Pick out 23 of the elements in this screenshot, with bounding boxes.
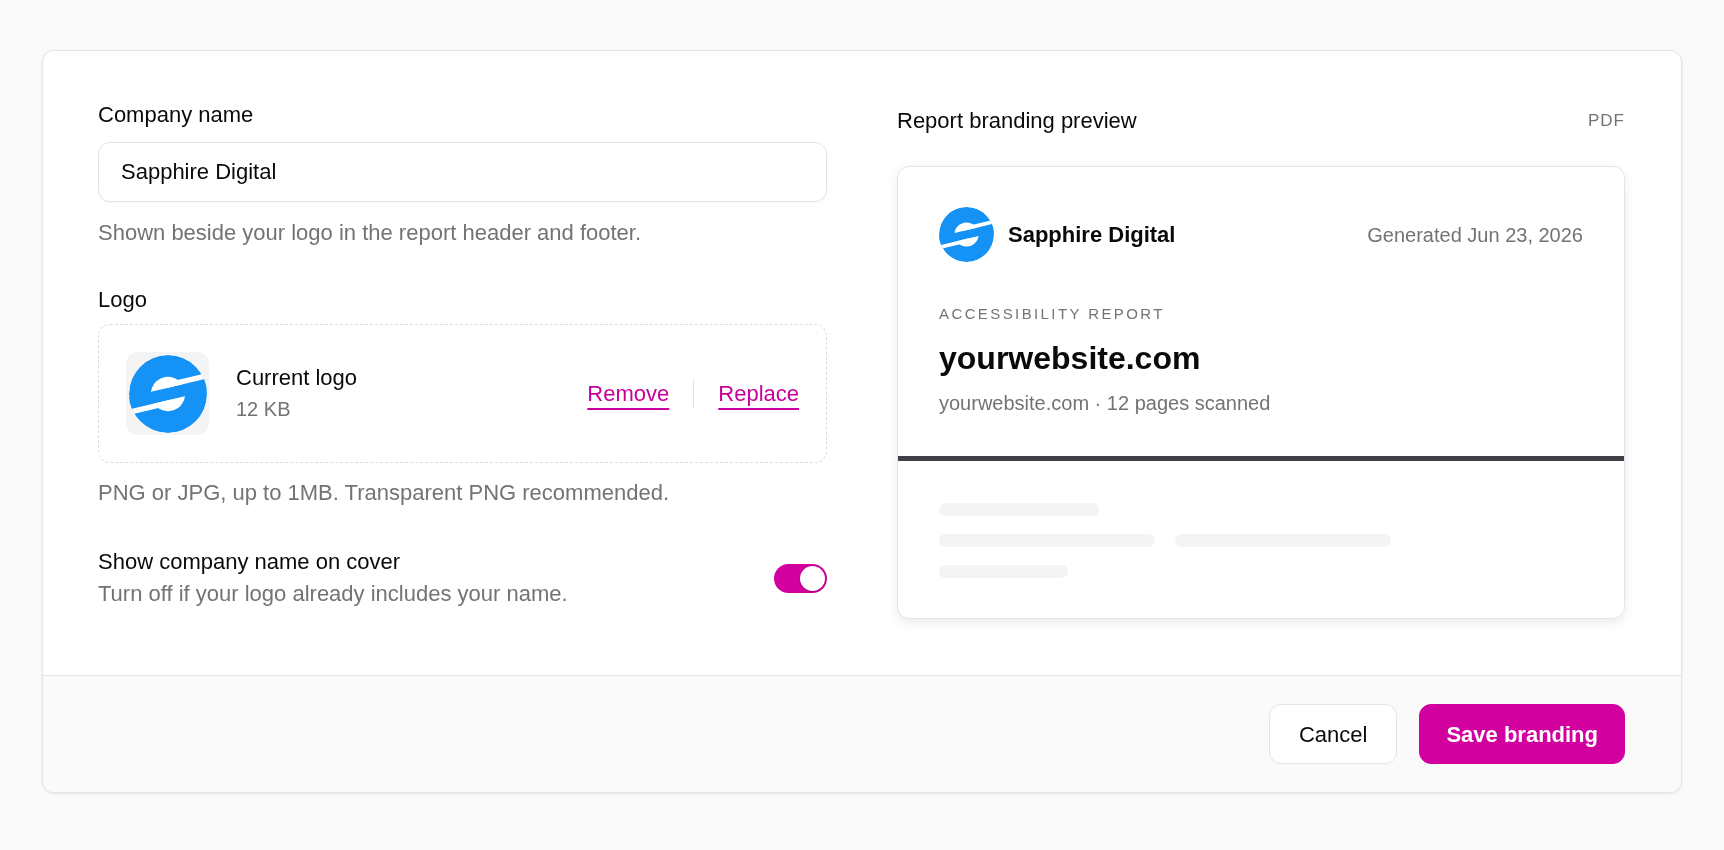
file-size: 12 KB (236, 397, 292, 422)
logo-icon (126, 352, 209, 435)
report-summary: yourwebsite.com · 12 pages scanned (939, 391, 1272, 416)
company-name-input[interactable]: Sapphire Digital (98, 142, 827, 202)
generated-date: Generated Jun 23, 2026 (1367, 222, 1583, 248)
report-site-title: yourwebsite.com (939, 339, 1202, 378)
company-name: Sapphire Digital (1008, 220, 1176, 249)
save-button[interactable]: Save branding (1419, 704, 1625, 764)
toggle-label: Show company name on cover (98, 548, 402, 576)
file-title: Current logo (236, 364, 358, 392)
toggle-switch[interactable] (774, 563, 827, 593)
field-label: Logo (98, 286, 148, 314)
toggle-description: Turn off if your logo already includes your name. (98, 580, 568, 608)
preview-title: Report branding preview (897, 107, 1137, 135)
logo-action-link[interactable]: Replace (718, 378, 799, 409)
format-label: PDF (1587, 110, 1625, 132)
field-label: Company name (98, 101, 255, 129)
logo-action-link[interactable]: Remove (587, 378, 670, 409)
field-hint: PNG or JPG, up to 1MB. Transparent PNG recommended. (98, 479, 670, 507)
report-eyebrow: ACCESSIBILITY REPORT (939, 304, 1166, 324)
field-hint: Shown beside your logo in the report header and footer. (98, 219, 643, 247)
cancel-button[interactable]: Cancel (1268, 704, 1398, 764)
company-logo-icon (939, 207, 994, 262)
